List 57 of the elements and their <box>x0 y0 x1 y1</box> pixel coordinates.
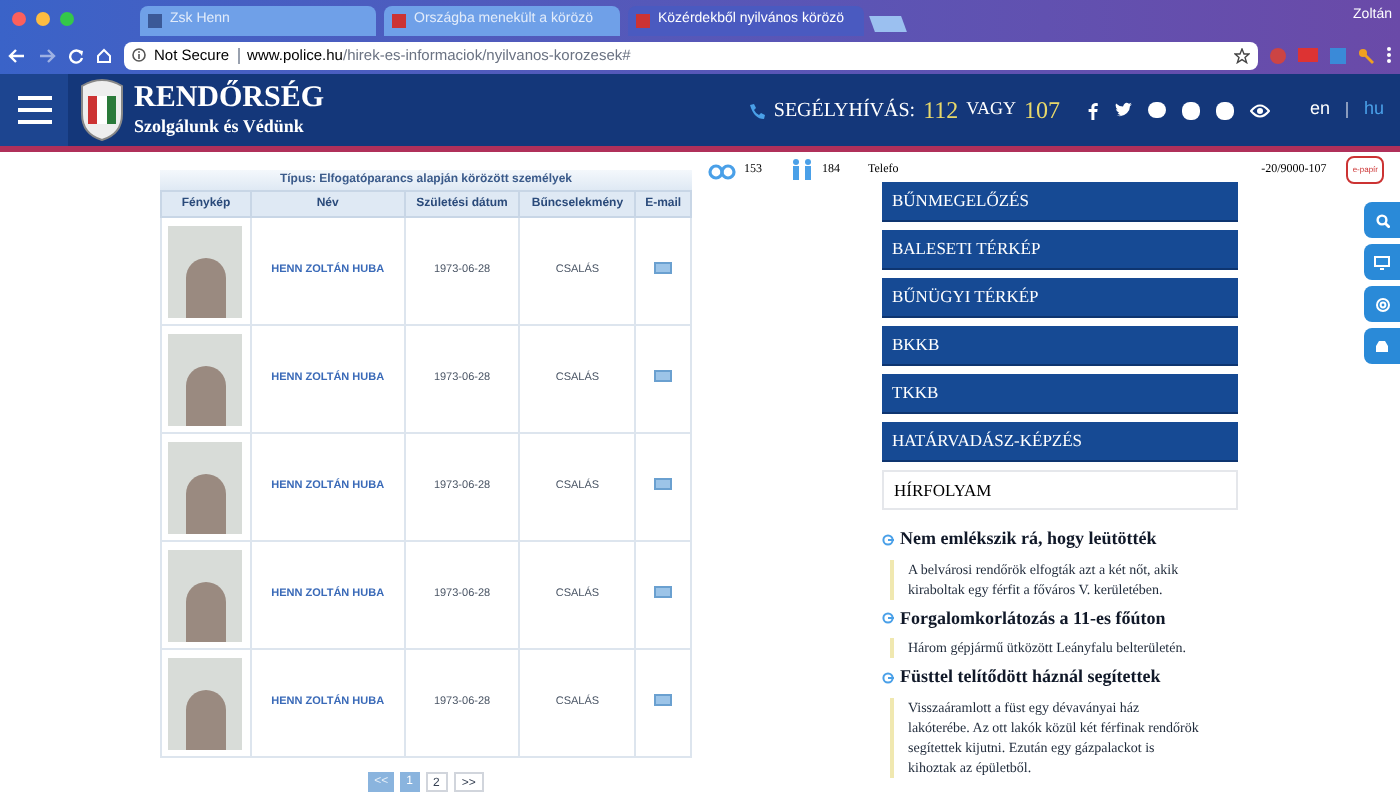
email-icon[interactable] <box>654 477 673 489</box>
menu-item[interactable]: BKKB <box>882 326 1238 366</box>
search-button[interactable] <box>1364 202 1400 238</box>
handcuffs-icon <box>708 161 736 179</box>
hotline-label: SEGÉLYHÍVÁS: <box>773 96 916 125</box>
phone-icon <box>747 101 766 119</box>
site-title: RENDŐRSÉG <box>134 84 325 114</box>
email-icon[interactable] <box>654 369 673 381</box>
news-bullet-icon <box>882 671 894 684</box>
language-link[interactable]: en <box>1309 96 1330 124</box>
menu-item[interactable]: BALESETI TÉRKÉP <box>882 230 1238 270</box>
monitor-button[interactable] <box>1364 244 1400 280</box>
news-feed-heading: HÍRFOLYAM <box>882 470 1238 510</box>
menu-item[interactable]: HATÁRVADÁSZ-KÉPZÉS <box>882 422 1238 462</box>
reload-icon[interactable] <box>68 47 84 63</box>
news-title[interactable]: Nem emlékszik rá, hogy leütötték <box>900 526 1157 553</box>
favicon-icon <box>636 14 650 28</box>
photo-placeholder <box>168 225 243 317</box>
search-icon <box>1375 213 1389 227</box>
road-button[interactable] <box>1364 328 1400 364</box>
photo-placeholder <box>168 333 243 425</box>
language-link[interactable]: hu <box>1363 96 1384 124</box>
hotline-or: VAGY <box>966 96 1016 123</box>
email-button[interactable] <box>1364 286 1400 322</box>
monitor-icon <box>1374 255 1390 269</box>
email-icon[interactable] <box>654 693 673 705</box>
people-icon <box>790 158 814 182</box>
info-icon <box>132 48 146 62</box>
police-crest-icon <box>78 78 126 142</box>
key-icon[interactable] <box>1358 47 1374 63</box>
favicon-icon <box>148 14 162 28</box>
menu-button[interactable] <box>0 74 68 146</box>
email-icon[interactable] <box>654 261 673 273</box>
hotline-number: 107 <box>1023 94 1060 128</box>
facebook-icon[interactable] <box>1087 101 1098 119</box>
photo-placeholder <box>168 441 243 533</box>
forward-icon[interactable] <box>38 47 56 63</box>
home-icon[interactable] <box>96 47 112 63</box>
news-title[interactable]: Forgalomkorlátozás a 11-es főúton <box>900 605 1166 632</box>
menu-item[interactable]: BŰNÜGYI TÉRKÉP <box>882 278 1238 318</box>
back-icon[interactable] <box>8 47 26 63</box>
site-slogan: Szolgálunk és Védünk <box>134 118 306 136</box>
email-icon[interactable] <box>654 585 673 597</box>
news-bullet-icon <box>882 612 894 625</box>
menu-item[interactable]: TKKB <box>882 374 1238 414</box>
news-title[interactable]: Füsttel telítődött háznál segítettek <box>900 664 1161 691</box>
photo-placeholder <box>168 549 243 641</box>
favicon-icon <box>392 14 406 28</box>
menu-item[interactable]: BŰNMEGELŐZÉS <box>882 182 1238 222</box>
photo-placeholder <box>168 657 243 749</box>
hotline-number: 112 <box>923 94 959 128</box>
bookmark-star-icon[interactable] <box>1234 47 1250 63</box>
eye-icon[interactable] <box>1249 103 1270 117</box>
more-menu-icon[interactable] <box>1386 46 1392 64</box>
news-bullet-icon <box>882 533 894 546</box>
twitter-icon[interactable] <box>1113 102 1132 118</box>
new-tab-button[interactable] <box>869 16 907 32</box>
